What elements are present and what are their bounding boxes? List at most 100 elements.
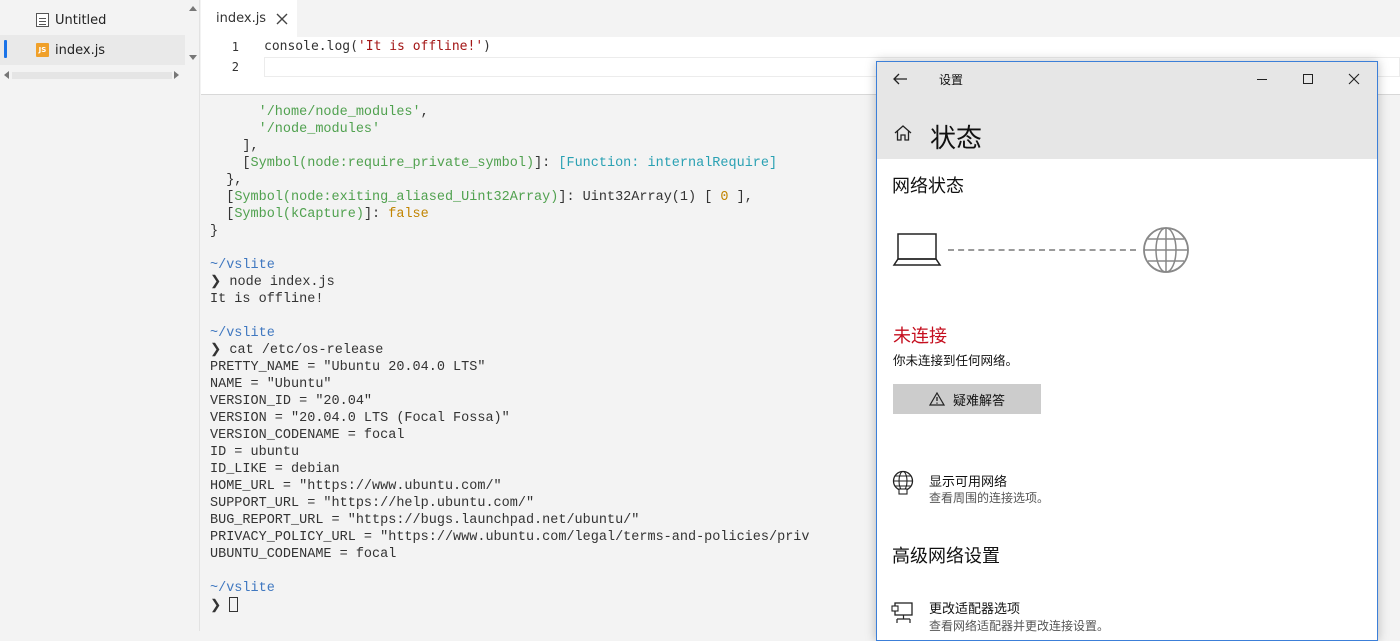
terminal-line: [Symbol(node:require_private_symbol)]: [… xyxy=(210,155,777,172)
terminal-line: ], xyxy=(210,138,258,155)
js-file-icon: JS xyxy=(36,43,49,57)
settings-page-header: 状态 xyxy=(877,96,1377,159)
line-number: 2 xyxy=(231,60,239,74)
network-status-heading: 网络状态 xyxy=(892,176,964,197)
editor-tab-bar: index.js xyxy=(201,0,1400,37)
terminal-text: ~/vslite xyxy=(210,258,275,273)
terminal-text: It is offline! xyxy=(210,292,324,307)
adapter-options-desc: 查看网络适配器并更改连接设置。 xyxy=(929,619,1110,633)
terminal-line: VERSION = "20.04.0 LTS (Focal Fossa)" xyxy=(210,410,510,427)
code-text: console.log('It is offline!') xyxy=(264,37,491,57)
terminal-line: BUG_REPORT_URL = "https://bugs.launchpad… xyxy=(210,512,639,529)
terminal-text: ]: xyxy=(534,156,559,171)
file-name: Untitled xyxy=(55,12,107,28)
terminal-line: PRETTY_NAME = "Ubuntu 20.04.0 LTS" xyxy=(210,359,485,376)
terminal-text: } xyxy=(210,224,219,239)
close-icon[interactable] xyxy=(1331,62,1377,96)
tab-index-js[interactable]: index.js xyxy=(201,0,297,37)
terminal-line: ~/vslite xyxy=(210,257,275,274)
show-networks-link[interactable]: 显示可用网络 xyxy=(929,471,1007,490)
terminal-line: PRIVACY_POLICY_URL = "https://www.ubuntu… xyxy=(210,529,810,546)
close-icon[interactable] xyxy=(276,13,288,25)
terminal-text: ~/vslite xyxy=(210,326,275,341)
terminal-text: [Function: internalRequire] xyxy=(558,156,778,171)
terminal-text: VERSION_CODENAME = focal xyxy=(210,428,405,443)
prompt-chevron-icon: ❯ xyxy=(210,275,230,290)
minimize-icon[interactable] xyxy=(1239,62,1285,96)
code-string-token: 'It is offline!' xyxy=(357,39,484,54)
scroll-down-arrow-icon[interactable] xyxy=(189,55,197,60)
globe-icon xyxy=(1143,227,1189,273)
terminal-line: VERSION_ID = "20.04" xyxy=(210,393,372,410)
settings-window: 设置 状态 网络状态 未连接 你未连接到任何网络。 疑难解答 显示可用网络 查看… xyxy=(876,61,1378,641)
terminal-text: ], xyxy=(728,190,753,205)
tab-label: index.js xyxy=(216,11,267,26)
terminal-line: SUPPORT_URL = "https://help.ubuntu.com/" xyxy=(210,495,534,512)
terminal-text: node index.js xyxy=(229,275,335,290)
sidebar-vertical-scrollbar[interactable] xyxy=(186,0,200,62)
terminal-text: VERSION_ID = "20.04" xyxy=(210,394,373,409)
window-title: 设置 xyxy=(939,73,964,87)
code-token: console.log( xyxy=(264,39,358,54)
code-token: ) xyxy=(483,39,491,54)
file-name: index.js xyxy=(55,42,106,58)
prompt-chevron-icon: ❯ xyxy=(210,343,230,358)
terminal-text: false xyxy=(388,207,429,222)
settings-scrollbar[interactable] xyxy=(1365,159,1377,639)
terminal-line: ❯ node index.js xyxy=(210,274,335,291)
prompt-chevron-icon: ❯ xyxy=(210,599,230,614)
file-list: Untitled JS index.js xyxy=(0,5,185,65)
terminal-text: [ xyxy=(210,156,251,171)
network-adapter-icon[interactable] xyxy=(891,600,917,626)
file-item-untitled[interactable]: Untitled xyxy=(0,5,185,35)
terminal-line: '/node_modules' xyxy=(210,121,381,138)
maximize-icon[interactable] xyxy=(1285,62,1331,96)
terminal-line: It is offline! xyxy=(210,291,323,308)
show-networks-desc: 查看周围的连接选项。 xyxy=(929,491,1050,505)
terminal-text: PRETTY_NAME = "Ubuntu 20.04.0 LTS" xyxy=(210,360,486,375)
file-item-index-js[interactable]: JS index.js xyxy=(0,35,185,65)
terminal-text: UBUNTU_CODENAME = focal xyxy=(210,547,397,562)
terminal-line: HOME_URL = "https://www.ubuntu.com/" xyxy=(210,478,502,495)
file-text-icon xyxy=(36,13,49,27)
terminal-line: ~/vslite xyxy=(210,580,275,597)
terminal-text: SUPPORT_URL = "https://help.ubuntu.com/" xyxy=(210,496,535,511)
terminal-text: ID_LIKE = debian xyxy=(210,462,340,477)
terminal-text: [ xyxy=(210,207,235,222)
scrollbar-thumb[interactable] xyxy=(12,72,172,79)
terminal-line: NAME = "Ubuntu" xyxy=(210,376,332,393)
terminal-line: } xyxy=(210,223,218,240)
terminal-text: ID = ubuntu xyxy=(210,445,300,460)
scroll-left-arrow-icon[interactable] xyxy=(4,71,9,79)
troubleshoot-label: 疑难解答 xyxy=(952,393,1005,409)
troubleshoot-button[interactable]: 疑难解答 xyxy=(893,384,1041,414)
home-icon[interactable] xyxy=(893,123,913,143)
terminal-text: PRIVACY_POLICY_URL = "https://www.ubuntu… xyxy=(210,530,810,545)
terminal-text: ]: xyxy=(363,207,389,222)
terminal-line: VERSION_CODENAME = focal xyxy=(210,427,404,444)
terminal-line: ID_LIKE = debian xyxy=(210,461,340,478)
adapter-options-link[interactable]: 更改适配器选项 xyxy=(929,598,1020,617)
terminal-text: ~/vslite xyxy=(210,581,275,596)
scroll-up-arrow-icon[interactable] xyxy=(189,6,197,11)
connection-dashes xyxy=(948,249,1136,251)
laptop-icon xyxy=(892,233,942,266)
network-globe-icon[interactable] xyxy=(891,470,917,496)
terminal-line: UBUNTU_CODENAME = focal xyxy=(210,546,396,563)
terminal-cursor xyxy=(229,597,239,612)
terminal-text: '/home/node_modules' xyxy=(258,105,421,120)
terminal-text: NAME = "Ubuntu" xyxy=(210,377,332,392)
terminal-text: Symbol(node:require_private_symbol) xyxy=(250,156,535,171)
scroll-right-arrow-icon[interactable] xyxy=(174,71,179,79)
terminal-line: }, xyxy=(210,172,242,189)
terminal-line: [Symbol(node:exiting_aliased_Uint32Array… xyxy=(210,189,753,206)
settings-title-bar: 设置 xyxy=(877,62,1377,96)
terminal-text: BUG_REPORT_URL = "https://bugs.launchpad… xyxy=(210,513,640,528)
terminal-text: [ xyxy=(210,190,235,205)
terminal-text: cat /etc/os-release xyxy=(229,343,384,358)
sidebar-horizontal-scrollbar[interactable] xyxy=(0,68,186,82)
terminal-line: ❯ xyxy=(210,597,239,615)
back-arrow-icon[interactable] xyxy=(891,70,909,88)
